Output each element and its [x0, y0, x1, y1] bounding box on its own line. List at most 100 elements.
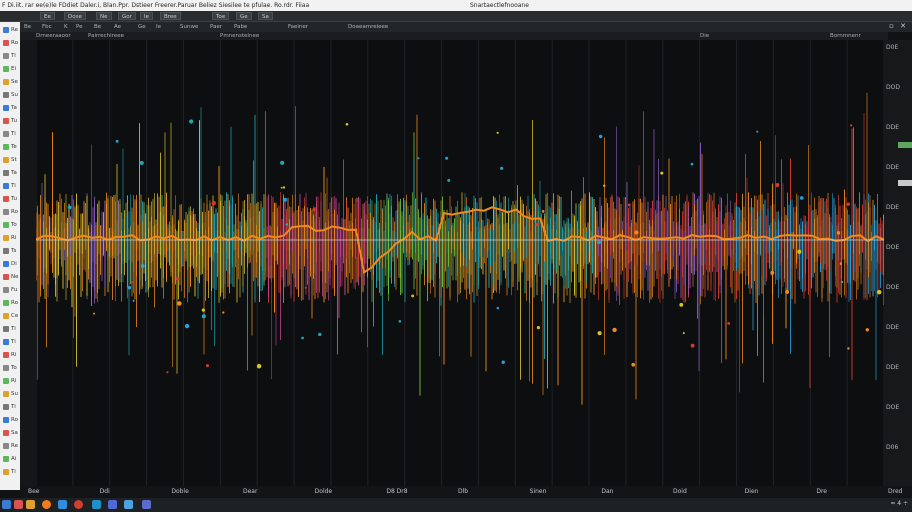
app-icon-store[interactable]: [108, 500, 117, 509]
menu-items-text[interactable]: F Di.iit. rar ee(e)le FDdiet Daler.i, Bl…: [2, 0, 309, 11]
tool-item-7[interactable]: Ge: [138, 23, 146, 31]
sidebar-item-18[interactable]: Ts: [1, 247, 19, 256]
sample-dot: [597, 331, 602, 336]
tool-item-10[interactable]: Paer: [210, 23, 222, 31]
sidebar-item-16[interactable]: To: [1, 221, 19, 230]
sidebar-item-32[interactable]: Sa: [1, 429, 19, 438]
tool-item-12[interactable]: Faeiner: [288, 23, 308, 31]
sidebar-item-17[interactable]: Ri: [1, 234, 19, 243]
sample-dot: [93, 312, 96, 315]
waveform-view[interactable]: [35, 40, 885, 486]
sidebar-item-label: Ti: [11, 326, 16, 332]
level-label-7: DOE: [886, 284, 900, 291]
sidebar-item-label: Sa: [11, 430, 18, 436]
sidebar-item-icon: [3, 300, 9, 306]
sample-dot: [839, 262, 842, 265]
track-label-mid: Die: [700, 33, 710, 39]
toolbar-button-9[interactable]: Sa: [258, 12, 273, 20]
toolbar-button-5[interactable]: Ie: [140, 12, 154, 20]
sidebar-item-22[interactable]: Ro: [1, 299, 19, 308]
sidebar-item-31[interactable]: Ro: [1, 416, 19, 425]
app-icon-folder[interactable]: [26, 500, 35, 509]
tool-item-1[interactable]: Be: [24, 23, 31, 31]
sidebar-item-13[interactable]: Ti: [1, 182, 19, 191]
tool-item-4[interactable]: Pe: [76, 23, 83, 31]
sidebar-item-26[interactable]: Ri: [1, 351, 19, 360]
waveform-svg[interactable]: [35, 40, 885, 486]
toolbar-button-3[interactable]: Ne: [96, 12, 112, 20]
sidebar-item-24[interactable]: Ti: [1, 325, 19, 334]
sample-dot: [417, 157, 420, 160]
sidebar-item-35[interactable]: Ti: [1, 468, 19, 477]
sidebar-item-34[interactable]: Ai: [1, 455, 19, 464]
tool-item-13[interactable]: Doaeamreieee: [348, 23, 388, 31]
sidebar-item-10[interactable]: Te: [1, 143, 19, 152]
sidebar-item-4[interactable]: Ei: [1, 65, 19, 74]
tool-item-11[interactable]: Pabe: [234, 23, 247, 31]
sidebar-item-2[interactable]: Ro: [1, 39, 19, 48]
time-tick-label: Dien: [744, 488, 759, 495]
sample-dot: [535, 222, 539, 227]
sidebar-item-11[interactable]: St: [1, 156, 19, 165]
sidebar-item-label: Tu: [11, 196, 18, 202]
sample-dot: [690, 343, 695, 348]
sidebar-item-6[interactable]: Su: [1, 91, 19, 100]
sidebar-item-12[interactable]: Ta: [1, 169, 19, 178]
sidebar-item-20[interactable]: Ne: [1, 273, 19, 282]
app-icon-blue[interactable]: [58, 500, 67, 509]
sidebar-item-29[interactable]: Su: [1, 390, 19, 399]
sidebar-item-28[interactable]: Ri: [1, 377, 19, 386]
tool-item-3[interactable]: K: [64, 23, 68, 31]
app-icon-browser[interactable]: [42, 500, 51, 509]
sidebar-item-1[interactable]: Re: [1, 26, 19, 35]
toolbar-button-4[interactable]: Gor: [118, 12, 136, 20]
tool-item-8[interactable]: Ie: [156, 23, 161, 31]
sidebar-item-5[interactable]: Se: [1, 78, 19, 87]
left-sidebar: Re Ro Ti Ei Se Su Ta Tu Ti Te St Ta Ti Tu Ro To Ri Ts Di Ne…: [0, 22, 20, 490]
sidebar-item-21[interactable]: Fu: [1, 286, 19, 295]
app-icon-mail[interactable]: [124, 500, 133, 509]
toolbar-button-6[interactable]: Bree: [160, 12, 181, 20]
sidebar-item-19[interactable]: Di: [1, 260, 19, 269]
sidebar-item-8[interactable]: Tu: [1, 117, 19, 126]
sidebar-item-icon: [3, 170, 9, 176]
sidebar-item-27[interactable]: To: [1, 364, 19, 373]
sidebar-item-label: Ne: [11, 274, 19, 280]
level-meter: [898, 142, 912, 148]
sidebar-item-25[interactable]: Ti: [1, 338, 19, 347]
sample-dot: [445, 156, 449, 160]
close-icon[interactable]: ✕: [900, 22, 906, 30]
toolbar-button-8[interactable]: Ge: [236, 12, 252, 20]
toolbar-button-2[interactable]: Dose: [64, 12, 86, 20]
sidebar-item-23[interactable]: Ce: [1, 312, 19, 321]
sidebar-item-33[interactable]: Re: [1, 442, 19, 451]
sidebar-item-icon: [3, 183, 9, 189]
secondary-toolbar: Be Fbc K Pe Be Ae Ge Ie Sunwe Paer Pabe …: [20, 22, 912, 32]
sample-dot: [797, 249, 802, 254]
sidebar-item-9[interactable]: Ti: [1, 130, 19, 139]
minimize-icon[interactable]: ▫: [889, 22, 894, 30]
sample-dot: [131, 281, 134, 284]
sidebar-item-7[interactable]: Ta: [1, 104, 19, 113]
app-icon-teams[interactable]: [142, 500, 151, 509]
time-tick-label: Dred: [888, 488, 903, 495]
tool-item-9[interactable]: Sunwe: [180, 23, 198, 31]
toolbar-button-7[interactable]: Toe: [212, 12, 230, 20]
sidebar-item-30[interactable]: Ti: [1, 403, 19, 412]
sidebar-item-15[interactable]: Ro: [1, 208, 19, 217]
sidebar-item-3[interactable]: Ti: [1, 52, 19, 61]
toolbar-button-1[interactable]: Ee: [40, 12, 55, 20]
sidebar-item-14[interactable]: Tu: [1, 195, 19, 204]
tool-item-5[interactable]: Be: [94, 23, 101, 31]
tool-item-2[interactable]: Fbc: [42, 23, 52, 31]
start-icon[interactable]: [2, 500, 11, 509]
timeline-axis[interactable]: Bee Ddi Doble Dear Dolde D8 Dr8 Dlb Sinen Dan Doi…: [20, 486, 912, 498]
sidebar-item-icon: [3, 105, 9, 111]
app-icon-chrome[interactable]: [74, 500, 83, 509]
app-icon-red[interactable]: [14, 500, 23, 509]
tool-item-6[interactable]: Ae: [114, 23, 121, 31]
sample-dot: [631, 362, 636, 367]
sidebar-item-label: Fu: [11, 287, 18, 293]
app-icon-edge[interactable]: [92, 500, 101, 509]
vertical-scale[interactable]: [20, 40, 36, 486]
